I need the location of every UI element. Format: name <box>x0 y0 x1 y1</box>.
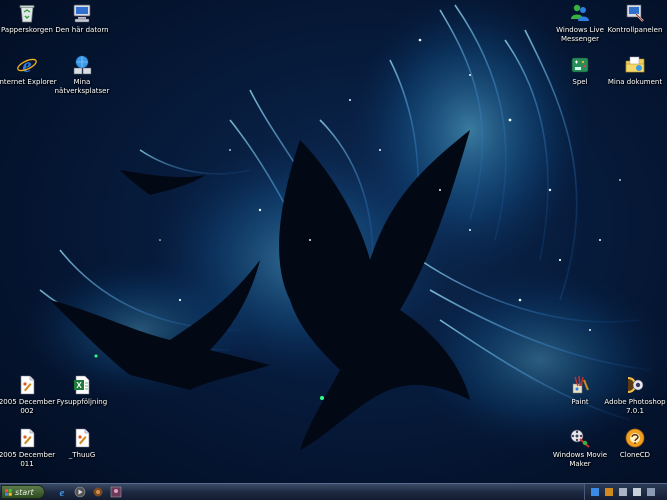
computer-icon <box>73 4 91 23</box>
movie-maker-icon <box>570 429 590 448</box>
icon-label: 2005 December 011 <box>0 451 56 468</box>
desktop-icon-my-network-places[interactable]: Mina nätverksplatser <box>51 54 113 95</box>
icon-label: _ThuuG <box>68 451 96 459</box>
icon-label: Paint <box>571 398 589 406</box>
quicklaunch-messenger-icon[interactable] <box>110 486 122 498</box>
quicklaunch-internet-explorer-icon[interactable]: e <box>56 486 68 498</box>
control-panel-icon <box>626 4 644 22</box>
tray-clock-icon[interactable] <box>647 488 655 496</box>
network-icon <box>73 55 92 75</box>
svg-text:e: e <box>60 487 65 498</box>
desktop-icon-paint[interactable]: Paint <box>549 374 611 407</box>
desktop-icon-internet-explorer[interactable]: e Internet Explorer <box>0 54 58 87</box>
svg-text:e: e <box>23 55 32 76</box>
icon-label: Adobe Photoshop 7.0.1 <box>604 398 666 415</box>
desktop-icon-2005-december-011[interactable]: 2005 December 011 <box>0 427 58 468</box>
desktop-icon-windows-movie-maker[interactable]: Windows Movie Maker <box>549 427 611 468</box>
paint-icon <box>572 375 589 394</box>
tray-shield-icon[interactable] <box>619 488 627 496</box>
internet-explorer-icon: e <box>17 55 37 76</box>
tray-network-icon[interactable] <box>591 488 599 496</box>
image-file-icon <box>75 428 90 448</box>
games-icon <box>571 57 589 73</box>
tray-volume-icon[interactable] <box>605 488 613 496</box>
system-tray <box>584 484 667 500</box>
excel-file-icon: X <box>74 375 90 395</box>
icon-label: Den här datorn <box>55 26 109 34</box>
documents-folder-icon <box>625 56 645 73</box>
image-file-icon <box>20 428 35 448</box>
svg-text:X: X <box>76 381 82 390</box>
desktop-icon-clonecd[interactable]: CloneCD <box>604 427 666 460</box>
icon-label: Spel <box>572 78 588 86</box>
desktop[interactable]: Papperskorgen Den här datorn e Internet … <box>0 0 667 500</box>
desktop-icon-adobe-photoshop[interactable]: Adobe Photoshop 7.0.1 <box>604 374 666 415</box>
icon-label: CloneCD <box>619 451 651 459</box>
desktop-icon-recycle-bin[interactable]: Papperskorgen <box>0 2 58 35</box>
tray-speaker-icon[interactable] <box>633 488 641 496</box>
desktop-icon-windows-live-messenger[interactable]: Windows Live Messenger <box>549 2 611 43</box>
taskbar: start e <box>0 483 667 500</box>
desktop-icon-2005-december-002[interactable]: 2005 December 002 <box>0 374 58 415</box>
quicklaunch-show-desktop-icon[interactable] <box>92 486 104 498</box>
icon-label: Mina dokument <box>607 78 663 86</box>
icon-label: Windows Movie Maker <box>552 451 608 468</box>
desktop-icon-my-documents[interactable]: Mina dokument <box>604 54 666 87</box>
image-file-icon <box>20 375 35 395</box>
windows-logo-icon <box>5 489 12 496</box>
photoshop-icon <box>628 377 644 393</box>
icon-label: 2005 December 002 <box>0 398 56 415</box>
desktop-icon-my-computer[interactable]: Den här datorn <box>51 2 113 35</box>
recycle-bin-icon <box>19 5 35 23</box>
desktop-icon-fysupptoljning[interactable]: X Fysuppföljning <box>51 374 113 407</box>
icon-label: Fysuppföljning <box>56 398 108 406</box>
icon-label: Mina nätverksplatser <box>54 78 110 95</box>
clonecd-icon <box>625 428 645 448</box>
start-label: start <box>15 488 34 497</box>
desktop-icon-games[interactable]: Spel <box>549 54 611 87</box>
messenger-icon <box>571 4 589 21</box>
start-button[interactable]: start <box>1 485 45 499</box>
icon-label: Internet Explorer <box>0 78 57 86</box>
icon-label: Windows Live Messenger <box>556 26 604 43</box>
quicklaunch-media-player-icon[interactable] <box>74 486 86 498</box>
desktop-icon-control-panel[interactable]: Kontrollpanelen <box>604 2 666 35</box>
desktop-icon-thuug[interactable]: _ThuuG <box>51 427 113 460</box>
icon-label: Papperskorgen <box>1 26 53 34</box>
icon-label: Kontrollpanelen <box>607 26 663 34</box>
